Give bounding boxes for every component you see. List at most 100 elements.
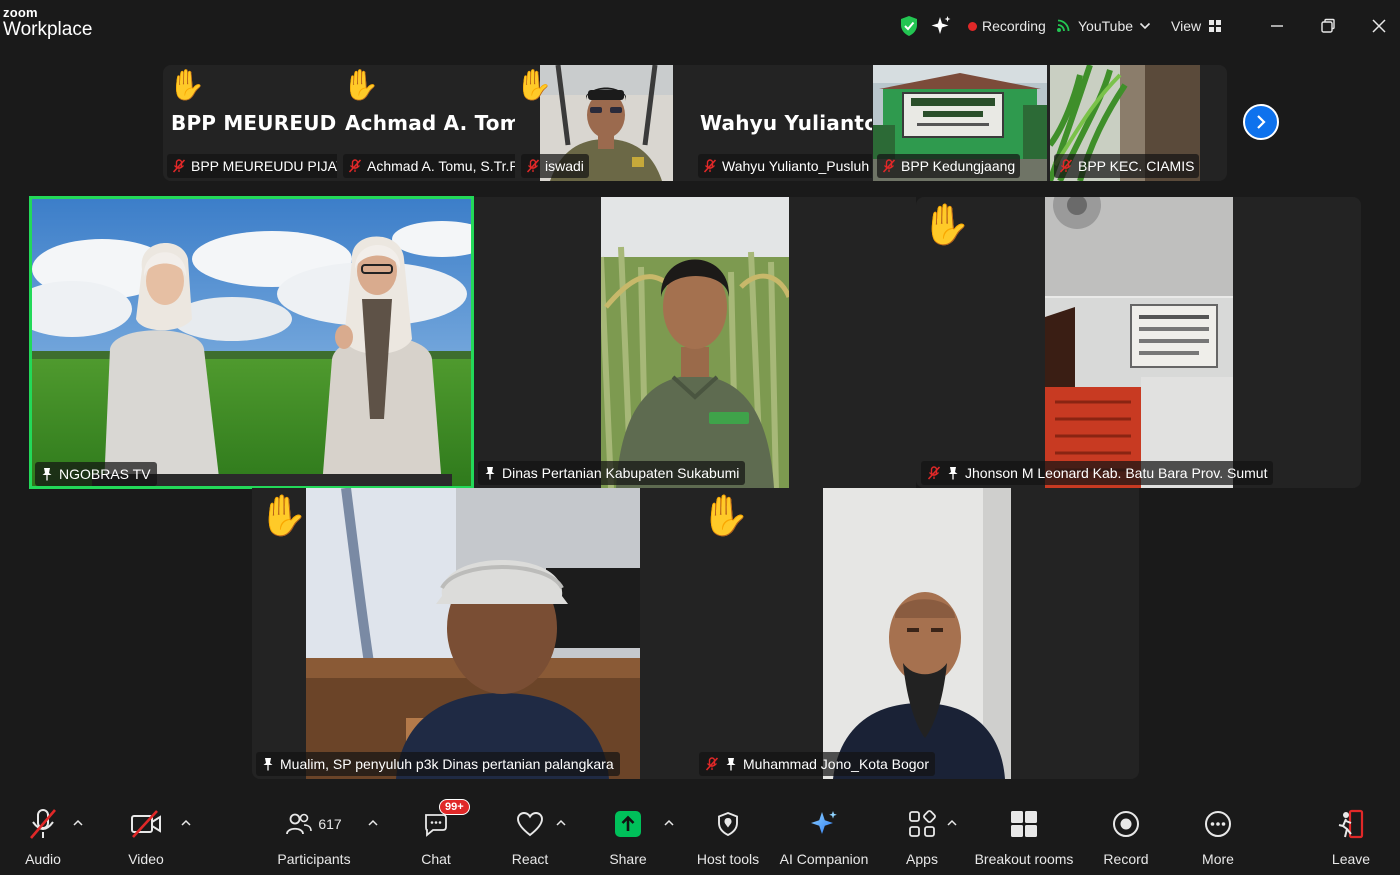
apps-button[interactable]: Apps: [900, 793, 944, 875]
apps-icon: [908, 803, 936, 845]
strip-tile[interactable]: Wahyu Yulianto... Wahyu Yulianto_Pusluh: [694, 65, 872, 181]
tile-name-label: Mualim, SP penyuluh p3k Dinas pertanian …: [256, 752, 620, 776]
participants-icon-group: 617: [286, 803, 342, 845]
grid-view-icon: [1209, 20, 1222, 32]
title-bar: zoom Workplace Recording YouTube View: [0, 0, 1400, 54]
tile-name-text: NGOBRAS TV: [59, 466, 151, 482]
view-menu[interactable]: View: [1171, 14, 1222, 38]
chevron-up-icon: [368, 819, 378, 826]
apps-options-button[interactable]: [945, 815, 959, 829]
strip-tile[interactable]: BPP KEC. CIAMIS: [1050, 65, 1227, 181]
mic-muted-icon: [927, 466, 941, 480]
participant-video: [823, 488, 1011, 779]
chevron-up-icon: [664, 819, 674, 826]
ai-companion-button[interactable]: AI Companion: [778, 793, 870, 875]
chat-button[interactable]: 99+ Chat: [414, 793, 470, 875]
participant-video: [306, 488, 640, 779]
video-tile-active-speaker[interactable]: NGOBRAS TV: [29, 196, 474, 489]
video-off-icon: [130, 803, 162, 845]
mic-muted-icon: [1059, 159, 1073, 173]
record-button[interactable]: Record: [1102, 793, 1150, 875]
chat-unread-badge: 99+: [439, 799, 470, 815]
more-label: More: [1202, 851, 1234, 867]
strip-tile[interactable]: ✋ iswadi: [517, 65, 673, 181]
share-options-button[interactable]: [662, 815, 676, 829]
breakout-rooms-label: Breakout rooms: [974, 851, 1074, 867]
audio-label: Audio: [25, 851, 61, 867]
share-label: Share: [609, 851, 647, 867]
strip-tile-name: BPP MEUREUD...: [171, 111, 337, 135]
chevron-down-icon: [1139, 22, 1151, 30]
tile-name-text: Mualim, SP penyuluh p3k Dinas pertanian …: [280, 756, 614, 772]
strip-tile[interactable]: ✋ BPP MEUREUD... BPP MEUREUDU PIJAY: [163, 65, 337, 181]
strip-tile-label-text: BPP Kedungjaang: [901, 158, 1016, 174]
pin-icon: [262, 757, 274, 771]
youtube-livestream-menu[interactable]: YouTube: [1056, 14, 1151, 38]
tile-name-label: Muhammad Jono_Kota Bogor: [699, 752, 935, 776]
participant-video: [601, 197, 789, 488]
raised-hand-icon: ✋: [517, 69, 553, 102]
close-icon: [1372, 19, 1386, 33]
strip-tile-label: BPP KEC. CIAMIS: [1054, 154, 1200, 178]
strip-tile-label-text: Wahyu Yulianto_Pusluh: [722, 158, 870, 174]
mic-muted-icon: [703, 159, 717, 173]
more-button[interactable]: More: [1196, 793, 1240, 875]
participants-options-button[interactable]: [366, 815, 380, 829]
recording-label: Recording: [982, 18, 1046, 34]
ai-sparkle-icon: [809, 803, 839, 845]
participants-count: 617: [318, 816, 342, 832]
participant-video: [1045, 197, 1233, 488]
pin-icon: [41, 467, 53, 481]
shield-icon: [717, 803, 739, 845]
minimize-button[interactable]: [1263, 12, 1291, 40]
share-button[interactable]: Share: [606, 793, 650, 875]
pin-icon: [725, 757, 737, 771]
react-button[interactable]: React: [508, 793, 552, 875]
video-button[interactable]: Video: [120, 793, 172, 875]
raised-hand-icon: ✋: [168, 69, 206, 102]
participants-label: Participants: [277, 851, 351, 867]
chevron-right-icon: [1257, 115, 1266, 129]
tile-name-label: Dinas Pertanian Kabupaten Sukabumi: [478, 461, 746, 485]
view-label: View: [1171, 18, 1202, 34]
strip-tile-label-text: BPP MEUREUDU PIJAY: [191, 158, 337, 174]
video-tile[interactable]: ✋ Mualim, SP penyuluh p3k Dinas pertania…: [252, 488, 695, 779]
strip-tile[interactable]: ✋ Achmad A. Tom... Achmad A. Tomu, S.Tr.…: [339, 65, 515, 181]
ai-companion-label: AI Companion: [779, 851, 869, 867]
recording-indicator[interactable]: Recording: [968, 14, 1046, 38]
tile-name-text: Jhonson M Leonard Kab. Batu Bara Prov. S…: [965, 465, 1268, 481]
restore-icon: [1321, 18, 1335, 33]
chevron-up-icon: [556, 819, 566, 826]
strip-tile[interactable]: BPP Kedungjaang: [873, 65, 1047, 181]
participants-button[interactable]: 617 Participants: [272, 793, 356, 875]
tile-name-text: Dinas Pertanian Kabupaten Sukabumi: [502, 465, 740, 481]
brand-bottom: Workplace: [3, 19, 93, 40]
strip-tile-name: Wahyu Yulianto...: [700, 111, 872, 135]
video-tile[interactable]: ✋ Muhammad Jono_Kota Bogor: [695, 488, 1139, 779]
react-label: React: [511, 851, 549, 867]
recording-dot-icon: [968, 21, 977, 31]
strip-tile-label: iswadi: [521, 154, 589, 178]
audio-options-button[interactable]: [71, 815, 85, 829]
video-tile[interactable]: Dinas Pertanian Kabupaten Sukabumi: [474, 197, 916, 488]
share-screen-icon: [614, 803, 642, 845]
security-shield-icon[interactable]: [899, 14, 919, 38]
strip-next-button[interactable]: [1243, 104, 1279, 140]
restore-button[interactable]: [1314, 12, 1342, 40]
close-button[interactable]: [1365, 12, 1393, 40]
chevron-up-icon: [181, 819, 191, 826]
react-options-button[interactable]: [554, 815, 568, 829]
participant-strip: ✋ BPP MEUREUD... BPP MEUREUDU PIJAY ✋ Ac…: [163, 65, 1227, 181]
record-label: Record: [1103, 851, 1149, 867]
breakout-rooms-icon: [1010, 803, 1038, 845]
host-tools-button[interactable]: Host tools: [692, 793, 764, 875]
leave-button[interactable]: Leave: [1328, 793, 1374, 875]
chat-label: Chat: [421, 851, 451, 867]
sparkle-icon[interactable]: [930, 14, 952, 38]
raised-hand-icon: ✋: [342, 69, 380, 102]
mic-muted-icon: [348, 159, 362, 173]
video-tile[interactable]: ✋ Jhonson M Leonard Kab. Batu Bara Prov.…: [916, 197, 1361, 488]
breakout-rooms-button[interactable]: Breakout rooms: [972, 793, 1076, 875]
audio-button[interactable]: Audio: [16, 793, 70, 875]
video-options-button[interactable]: [179, 815, 193, 829]
